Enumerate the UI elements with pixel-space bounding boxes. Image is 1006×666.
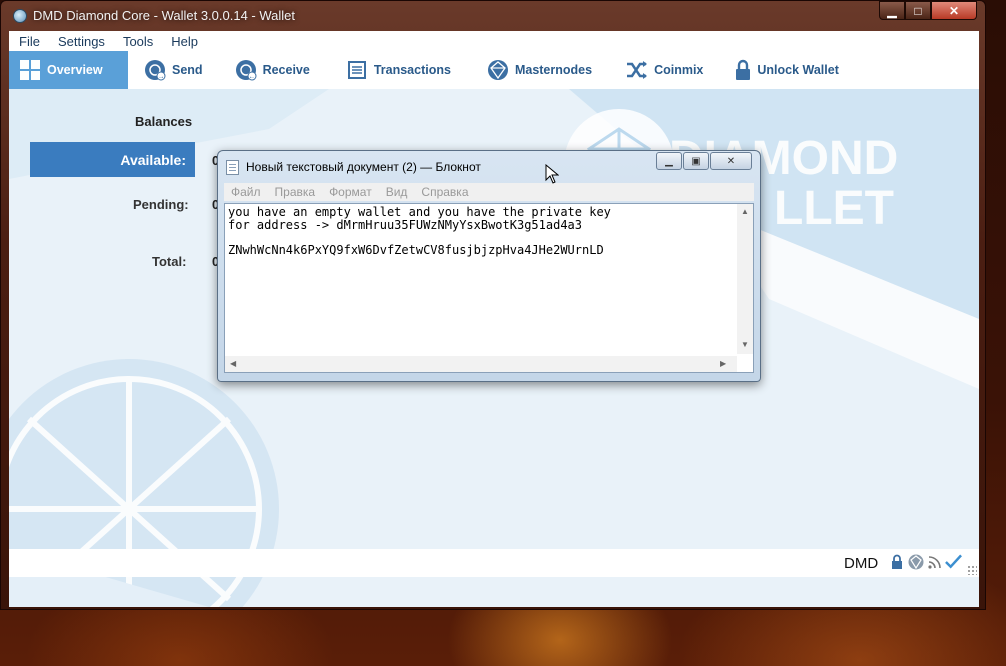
notepad-menu-help[interactable]: Справка [414, 183, 475, 201]
total-label: Total: [152, 254, 187, 269]
notepad-window: Новый текстовый документ (2) — Блокнот ▁… [217, 150, 761, 382]
tab-label: Coinmix [654, 63, 704, 77]
maximize-icon[interactable]: □ [905, 1, 931, 20]
svg-text:←: ← [248, 74, 255, 81]
lock-icon[interactable] [888, 553, 905, 571]
coinmix-icon [626, 59, 648, 81]
notepad-menu-format[interactable]: Формат [322, 183, 379, 201]
balances-title: Balances [135, 114, 193, 129]
tab-label: Overview [47, 63, 103, 77]
scroll-up-icon[interactable]: ▲ [741, 207, 749, 216]
menu-tools[interactable]: Tools [113, 31, 161, 51]
notepad-text-area[interactable]: you have an empty wallet and you have th… [224, 203, 754, 373]
network-icon [926, 553, 943, 571]
tab-label: Receive [262, 63, 310, 77]
resize-grip[interactable] [967, 565, 977, 575]
sync-check-icon [945, 553, 962, 571]
app-icon [13, 9, 27, 23]
tab-coinmix[interactable]: Coinmix [602, 51, 713, 89]
menu-file[interactable]: File [9, 31, 48, 51]
notepad-menu-bar: Файл Правка Формат Вид Справка [224, 183, 754, 201]
close-icon[interactable]: ✕ [931, 1, 977, 20]
receive-icon: ← [235, 59, 257, 81]
pending-label: Pending: [133, 197, 189, 212]
masternodes-icon [487, 59, 509, 81]
horizontal-scrollbar[interactable]: ◀ ▶ [225, 356, 737, 372]
tab-unlock-wallet[interactable]: Unlock Wallet [713, 51, 849, 89]
transactions-icon [346, 59, 368, 81]
maximize-icon[interactable]: ▣ [683, 152, 709, 170]
scroll-down-icon[interactable]: ▼ [741, 340, 749, 349]
tab-send[interactable]: → Send [128, 51, 213, 89]
tab-receive[interactable]: ← Receive [213, 51, 320, 89]
tab-transactions[interactable]: Transactions [320, 51, 461, 89]
status-icons [888, 553, 962, 571]
menu-settings[interactable]: Settings [48, 31, 113, 51]
send-icon: → [144, 59, 166, 81]
svg-text:→: → [158, 74, 165, 81]
scroll-right-icon[interactable]: ▶ [720, 359, 726, 368]
lock-icon [735, 59, 751, 81]
tab-label: Unlock Wallet [757, 63, 839, 77]
window-controls: ▁ □ ✕ [879, 1, 977, 20]
minimize-icon[interactable]: ▁ [879, 1, 905, 20]
vertical-scrollbar[interactable]: ▲ ▼ [737, 204, 753, 354]
window-title: DMD Diamond Core - Wallet 3.0.0.14 - Wal… [33, 8, 296, 23]
notepad-title[interactable]: Новый текстовый документ (2) — Блокнот [246, 160, 481, 174]
notepad-window-controls: ▁ ▣ ✕ [656, 152, 752, 170]
notepad-menu-view[interactable]: Вид [379, 183, 415, 201]
notepad-content[interactable]: you have an empty wallet and you have th… [228, 206, 611, 256]
menu-bar: File Settings Tools Help [9, 31, 979, 51]
close-icon[interactable]: ✕ [710, 152, 752, 170]
tab-label: Send [172, 63, 203, 77]
main-toolbar: Overview → Send ← Receive Transactions M… [9, 51, 979, 89]
unit-label[interactable]: DMD [844, 555, 878, 572]
notepad-menu-file[interactable]: Файл [224, 183, 268, 201]
tab-masternodes[interactable]: Masternodes [461, 51, 602, 89]
scroll-left-icon[interactable]: ◀ [230, 359, 236, 368]
notepad-menu-edit[interactable]: Правка [268, 183, 323, 201]
tab-overview[interactable]: Overview [9, 51, 128, 89]
minimize-icon[interactable]: ▁ [656, 152, 682, 170]
menu-help[interactable]: Help [161, 31, 206, 51]
status-bar: DMD [9, 549, 979, 577]
diamond-icon [907, 553, 924, 571]
available-label: Available: [30, 142, 195, 177]
tab-label: Masternodes [514, 63, 593, 77]
overview-icon [19, 59, 41, 81]
title-bar[interactable]: DMD Diamond Core - Wallet 3.0.0.14 - Wal… [1, 1, 985, 31]
notepad-icon [226, 160, 239, 175]
logo-text-line2: LLET [774, 182, 894, 235]
tab-label: Transactions [373, 63, 451, 77]
mouse-cursor-icon [545, 164, 559, 184]
